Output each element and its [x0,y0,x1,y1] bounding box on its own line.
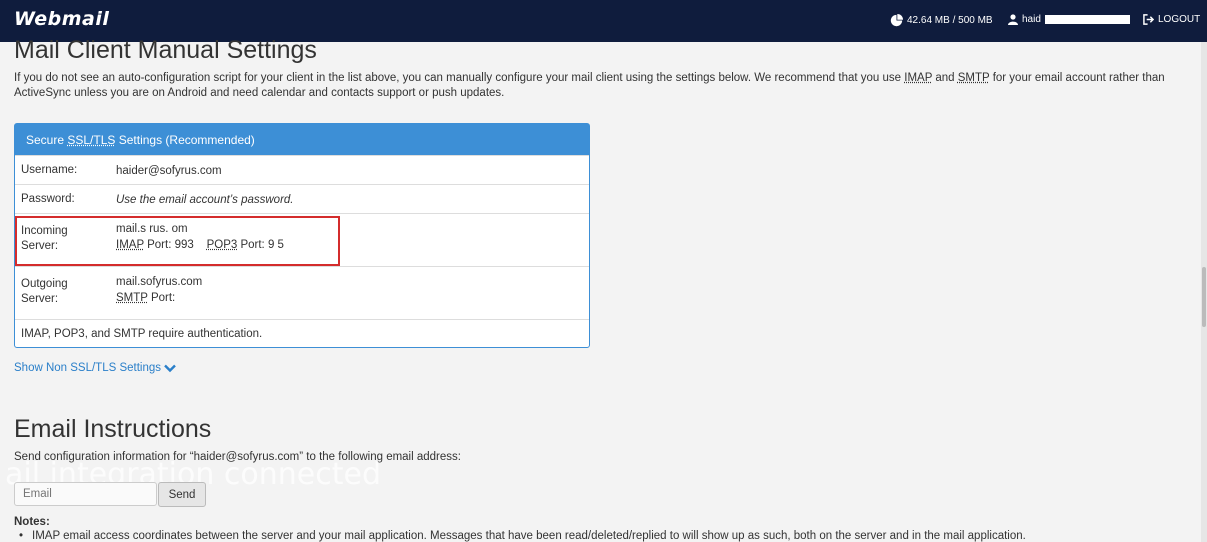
username-value: haider@sofyrus.com [116,165,222,177]
notes-title: Notes: [14,516,50,528]
outgoing-host: mail.sofyrus.com [116,276,203,288]
logout-button[interactable]: LOGOUT [1143,14,1200,25]
intro-text-1: If you do not see an auto-configuration … [14,72,905,84]
logout-label: LOGOUT [1158,14,1201,25]
email-input[interactable] [14,482,157,506]
incoming-server-highlight-box [15,216,340,266]
outgoing-smtp-port: Port: [147,292,176,304]
username-row: Username: haider@sofyrus.com [15,155,589,184]
auth-note-row: IMAP, POP3, and SMTP require authenticat… [15,319,589,348]
show-non-ssl-settings-link[interactable]: Show Non SSL/TLS Settings [14,362,176,374]
disk-quota[interactable]: 42.64 MB / 500 MB [890,14,993,27]
imap-abbr: IMAP [904,72,933,84]
panel-header: Secure SSL/TLS Settings (Recommended) [15,124,589,155]
outgoing-ports: SMTP Port: [116,290,202,306]
username-label: Username: [21,164,78,176]
auth-note: IMAP, POP3, and SMTP require authenticat… [21,328,263,340]
password-value: Use the email account’s password. [116,194,294,206]
panel-title-prefix: Secure [26,133,68,147]
send-button[interactable]: Send [158,482,206,507]
intro-and: and [932,72,958,84]
panel-title-ssl: SSL/TLS [67,133,116,147]
user-menu[interactable]: haid [1008,14,1130,25]
quota-text: 42.64 MB / 500 MB [907,15,993,26]
note-item: IMAP email access coordinates between th… [19,530,1026,542]
redacted-username [1044,15,1130,24]
username-text: haid [1022,14,1041,25]
manual-settings-intro: If you do not see an auto-configuration … [14,71,1194,101]
outgoing-smtp: SMTP [116,292,148,304]
logout-icon [1143,14,1154,25]
show-non-ssl-label: Show Non SSL/TLS Settings [14,362,162,374]
pie-chart-icon [890,14,903,27]
email-instructions-title: Email Instructions [14,415,212,443]
user-icon [1008,14,1018,25]
scrollbar-thumb[interactable] [1202,267,1206,327]
panel-title-suffix: Settings (Recommended) [115,133,255,147]
manual-settings-title: Mail Client Manual Settings [14,36,317,64]
chevron-down-icon [164,364,176,372]
outgoing-server-value: mail.sofyrus.com SMTP Port: [116,274,202,306]
webmail-logo[interactable]: Webmail [14,8,109,30]
page-scrollbar[interactable] [1201,42,1207,542]
password-row: Password: Use the email account’s passwo… [15,184,589,213]
password-label: Password: [21,193,75,205]
outgoing-server-row: Outgoing Server: mail.sofyrus.com SMTP P… [15,266,589,319]
smtp-abbr: SMTP [957,72,990,84]
outgoing-server-label: Outgoing Server: [21,278,68,305]
